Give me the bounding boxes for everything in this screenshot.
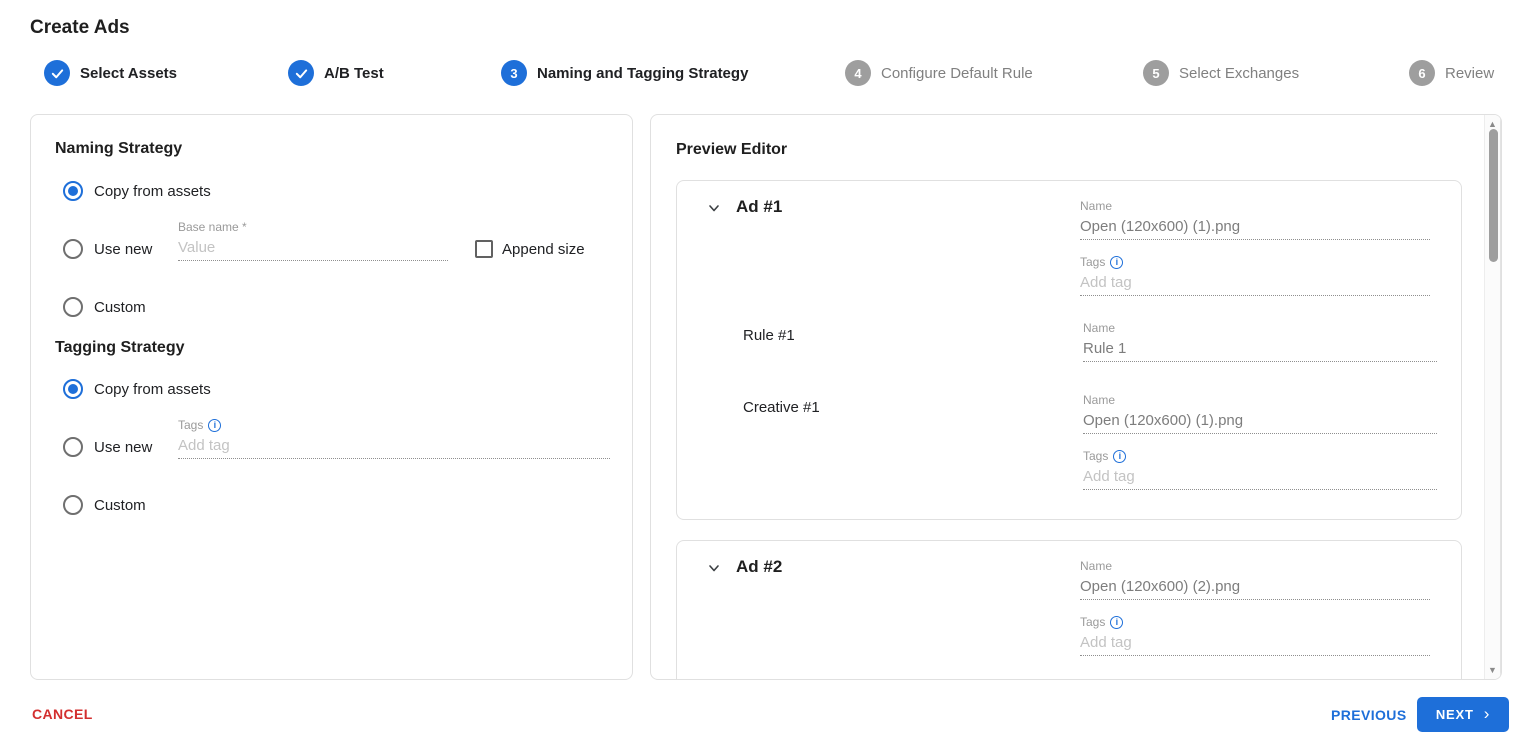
rule-title: Rule #1 bbox=[743, 327, 795, 344]
page-title: Create Ads bbox=[30, 17, 130, 38]
radio-label[interactable]: Copy from assets bbox=[94, 183, 211, 200]
info-icon[interactable] bbox=[208, 418, 222, 432]
tagging-copy-from-assets-option[interactable]: Copy from assets bbox=[63, 379, 211, 399]
radio-icon[interactable] bbox=[63, 297, 83, 317]
rule1-name-input[interactable] bbox=[1083, 338, 1437, 362]
naming-copy-from-assets-option[interactable]: Copy from assets bbox=[63, 181, 211, 201]
chevron-down-icon[interactable] bbox=[703, 557, 725, 579]
chevron-down-icon[interactable] bbox=[703, 197, 725, 219]
info-icon[interactable] bbox=[1110, 615, 1124, 629]
check-icon bbox=[44, 60, 70, 86]
preview-editor-title: Preview Editor bbox=[676, 141, 788, 158]
step-label: Review bbox=[1445, 64, 1495, 82]
step-review[interactable]: 6 Review bbox=[1409, 60, 1494, 86]
step-select-exchanges[interactable]: 5 Select Exchanges bbox=[1143, 60, 1299, 86]
tagging-custom-option[interactable]: Custom bbox=[63, 495, 146, 515]
radio-icon[interactable] bbox=[63, 495, 83, 515]
radio-label[interactable]: Custom bbox=[94, 497, 146, 514]
step-number-badge: 5 bbox=[1143, 60, 1169, 86]
creative1-name-input[interactable] bbox=[1083, 410, 1437, 434]
step-label: Select Assets bbox=[80, 64, 178, 82]
step-label: Configure Default Rule bbox=[881, 64, 1033, 82]
create-ads-page: Create Ads Select Assets A/B Test 3 Nami… bbox=[0, 0, 1531, 755]
ad1-tags-field: Tags bbox=[1080, 255, 1430, 296]
step-number-badge: 6 bbox=[1409, 60, 1435, 86]
creative1-name-field: Name bbox=[1083, 393, 1437, 434]
radio-selected-icon[interactable] bbox=[63, 181, 83, 201]
name-label: Name bbox=[1083, 393, 1116, 407]
base-name-input[interactable] bbox=[178, 237, 448, 261]
radio-icon[interactable] bbox=[63, 437, 83, 457]
tags-input[interactable] bbox=[178, 435, 610, 459]
checkbox-icon[interactable] bbox=[475, 240, 493, 258]
tagging-strategy-title: Tagging Strategy bbox=[55, 339, 185, 356]
step-naming-tagging[interactable]: 3 Naming and Tagging Strategy bbox=[501, 60, 748, 86]
ad1-tags-input[interactable] bbox=[1080, 272, 1430, 296]
ad1-name-input[interactable] bbox=[1080, 216, 1430, 240]
radio-label[interactable]: Copy from assets bbox=[94, 381, 211, 398]
radio-label[interactable]: Use new bbox=[94, 439, 152, 456]
tags-label: Tags bbox=[1083, 449, 1437, 463]
rule1-name-field: Name bbox=[1083, 321, 1437, 362]
step-number-badge: 4 bbox=[845, 60, 871, 86]
naming-custom-option[interactable]: Custom bbox=[63, 297, 146, 317]
ad2-tags-input[interactable] bbox=[1080, 632, 1430, 656]
ad-card-2: Ad #2 Name Tags bbox=[676, 540, 1462, 679]
ad2-name-field: Name bbox=[1080, 559, 1430, 600]
step-number-badge: 3 bbox=[501, 60, 527, 86]
creative-title: Creative #1 bbox=[743, 399, 820, 416]
radio-icon[interactable] bbox=[63, 239, 83, 259]
ad2-name-input[interactable] bbox=[1080, 576, 1430, 600]
scrollbar-thumb[interactable] bbox=[1489, 129, 1498, 262]
step-configure-default-rule[interactable]: 4 Configure Default Rule bbox=[845, 60, 1033, 86]
ad-card-1: Ad #1 Name Tags Rule #1 Name Creative #1… bbox=[676, 180, 1462, 520]
info-icon[interactable] bbox=[1113, 449, 1127, 463]
ad2-tags-field: Tags bbox=[1080, 615, 1430, 656]
append-size-label[interactable]: Append size bbox=[502, 241, 585, 258]
previous-button[interactable]: PREVIOUS bbox=[1331, 707, 1407, 723]
step-label: Select Exchanges bbox=[1179, 64, 1300, 82]
step-label: A/B Test bbox=[324, 64, 384, 82]
step-select-assets[interactable]: Select Assets bbox=[44, 60, 177, 86]
ad-title: Ad #1 bbox=[736, 197, 783, 216]
name-label: Name bbox=[1080, 199, 1113, 213]
tags-label: Tags bbox=[178, 418, 610, 432]
next-button[interactable]: NEXT › bbox=[1417, 697, 1509, 732]
radio-label[interactable]: Custom bbox=[94, 299, 146, 316]
next-button-label: NEXT bbox=[1435, 707, 1474, 722]
name-label: Name bbox=[1083, 321, 1116, 335]
tags-field: Tags bbox=[178, 418, 610, 459]
naming-strategy-title: Naming Strategy bbox=[55, 140, 183, 157]
check-icon bbox=[288, 60, 314, 86]
base-name-label: Base name * bbox=[178, 220, 247, 234]
naming-use-new-option[interactable]: Use new bbox=[63, 239, 152, 259]
append-size-checkbox-row[interactable]: Append size bbox=[475, 240, 585, 258]
tags-label: Tags bbox=[1080, 615, 1430, 629]
preview-editor-panel: Preview Editor Ad #1 Name Tags Rule #1 N… bbox=[650, 114, 1502, 680]
info-icon[interactable] bbox=[1110, 255, 1124, 269]
radio-label[interactable]: Use new bbox=[94, 241, 152, 258]
ad-title: Ad #2 bbox=[736, 557, 783, 576]
name-label: Name bbox=[1080, 559, 1113, 573]
step-ab-test[interactable]: A/B Test bbox=[288, 60, 384, 86]
creative1-tags-input[interactable] bbox=[1083, 466, 1437, 490]
tagging-use-new-option[interactable]: Use new bbox=[63, 437, 152, 457]
scroll-down-icon[interactable]: ▼ bbox=[1485, 663, 1500, 677]
ad1-name-field: Name bbox=[1080, 199, 1430, 240]
cancel-button[interactable]: CANCEL bbox=[32, 706, 93, 722]
strategy-panel: Naming Strategy Copy from assets Use new… bbox=[30, 114, 633, 680]
base-name-field: Base name * bbox=[178, 220, 448, 261]
creative1-tags-field: Tags bbox=[1083, 449, 1437, 490]
step-label: Naming and Tagging Strategy bbox=[537, 64, 749, 82]
tags-label: Tags bbox=[1080, 255, 1430, 269]
vertical-scrollbar[interactable]: ▲ ▼ bbox=[1484, 115, 1501, 679]
radio-selected-icon[interactable] bbox=[63, 379, 83, 399]
next-chevron-icon: › bbox=[1483, 703, 1491, 723]
